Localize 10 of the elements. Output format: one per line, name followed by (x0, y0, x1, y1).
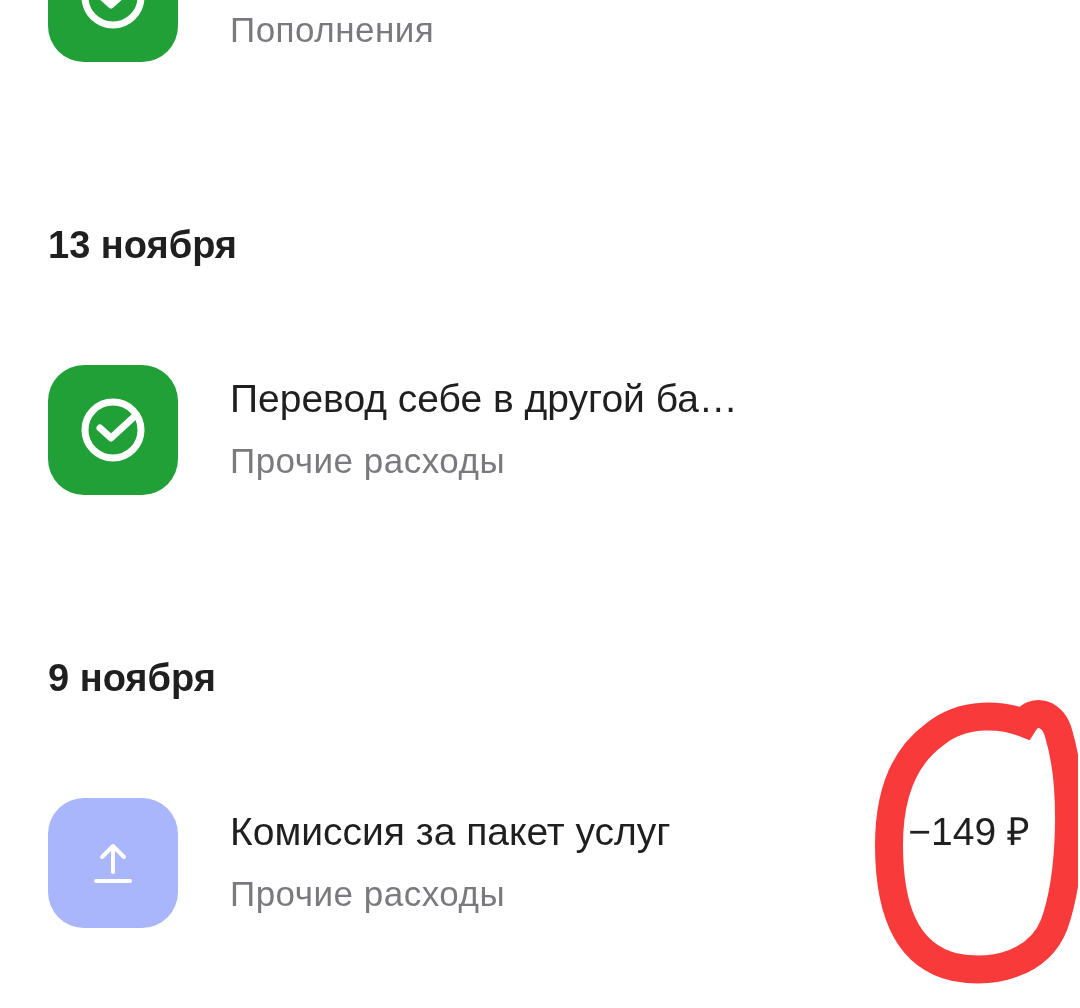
check-circle-icon (80, 397, 146, 463)
transaction-title: Перевод себе в другой ба… (230, 376, 738, 422)
transaction-category: Прочие расходы (230, 873, 507, 915)
date-heading: 13 ноября (48, 223, 239, 268)
date-heading: 9 ноября (48, 656, 217, 701)
transaction-category: Пополнения (230, 9, 436, 51)
upload-arrow-icon (94, 842, 132, 884)
transaction-amount: −149 ₽ (908, 810, 1030, 853)
transaction-category: Прочие расходы (230, 440, 507, 482)
transaction-title: Комиссия за пакет услуг (230, 809, 671, 855)
